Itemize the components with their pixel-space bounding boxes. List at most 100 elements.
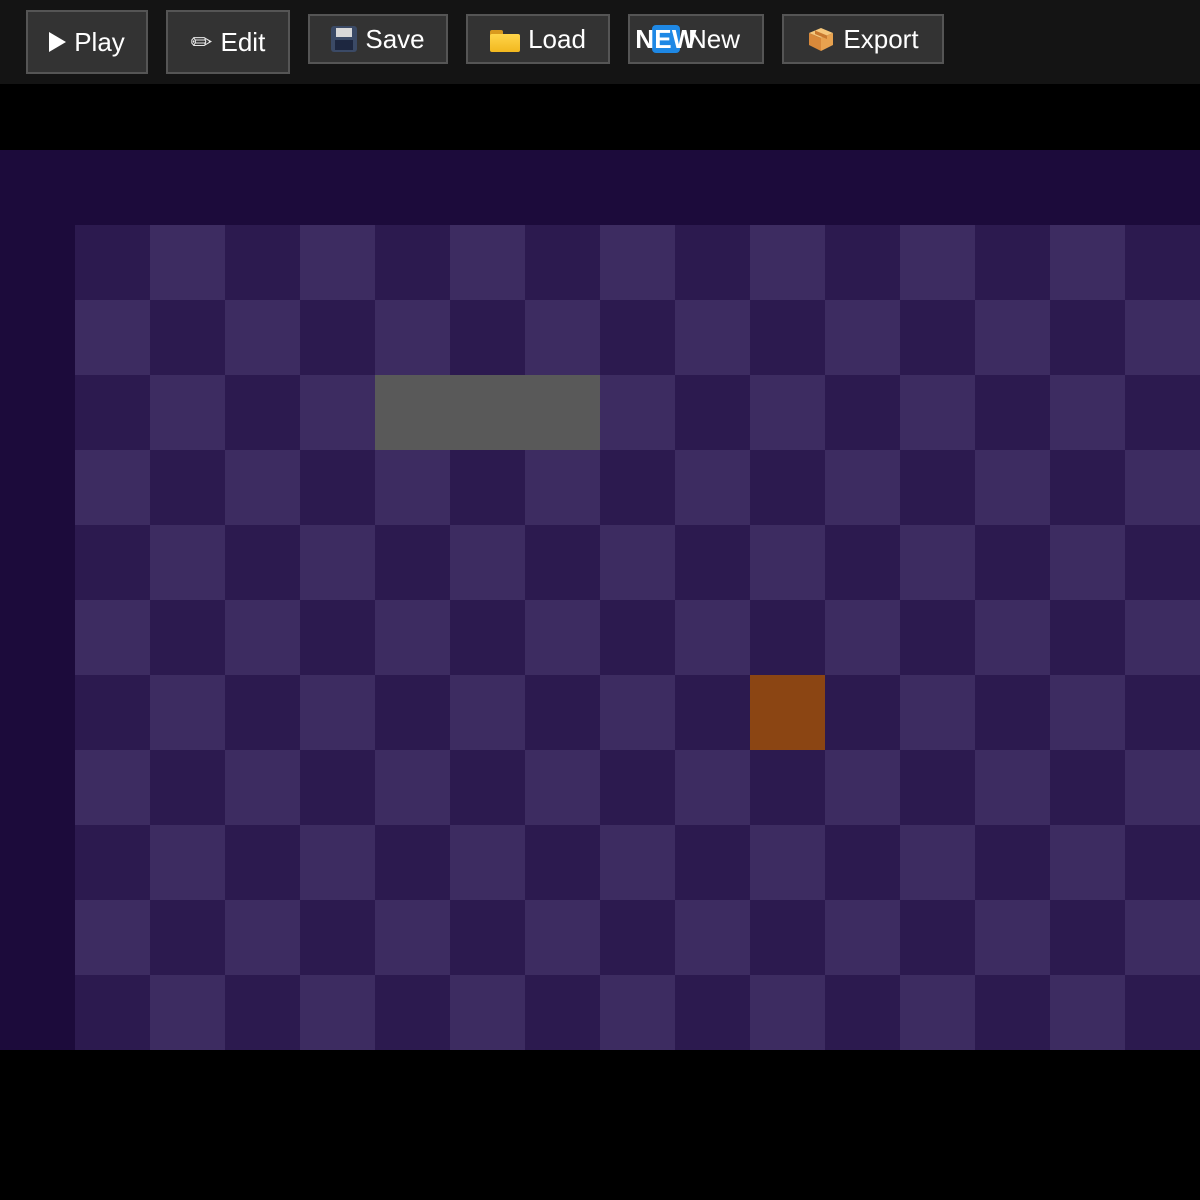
grid-cell[interactable] [975, 300, 1050, 375]
grid-cell[interactable] [675, 975, 750, 1050]
grid-cell[interactable] [225, 525, 300, 600]
grid-cell[interactable] [300, 600, 375, 675]
grid-cell[interactable] [600, 825, 675, 900]
new-button[interactable]: NEW New [628, 14, 764, 64]
grid-cell[interactable] [525, 825, 600, 900]
grid-cell[interactable] [825, 750, 900, 825]
grid-cell[interactable] [375, 675, 450, 750]
grid-cell[interactable] [1125, 525, 1200, 600]
grid-cell[interactable] [675, 225, 750, 300]
grid-cell[interactable] [300, 450, 375, 525]
grid-cell[interactable] [450, 825, 525, 900]
grid-cell[interactable] [450, 750, 525, 825]
grid-cell[interactable] [1125, 600, 1200, 675]
grid-cell[interactable] [1125, 975, 1200, 1050]
grid-cell[interactable] [300, 225, 375, 300]
grid-cell[interactable] [600, 600, 675, 675]
grid-cell[interactable] [525, 600, 600, 675]
grid-cell[interactable] [600, 975, 675, 1050]
grid-cell[interactable] [1050, 450, 1125, 525]
play-button[interactable]: Play [26, 10, 148, 74]
grid-cell[interactable] [225, 675, 300, 750]
grid-cell[interactable] [525, 975, 600, 1050]
grid-cell[interactable] [675, 600, 750, 675]
grid-cell[interactable] [375, 525, 450, 600]
grid-cell[interactable] [450, 225, 525, 300]
grid-cell[interactable] [375, 975, 450, 1050]
wall-tile[interactable] [375, 375, 600, 450]
grid-cell[interactable] [75, 300, 150, 375]
edit-button[interactable]: ✏ Edit [166, 10, 290, 74]
grid-cell[interactable] [1050, 375, 1125, 450]
grid-cell[interactable] [1125, 300, 1200, 375]
grid-cell[interactable] [1050, 825, 1125, 900]
grid-cell[interactable] [675, 300, 750, 375]
grid-cell[interactable] [300, 750, 375, 825]
grid-cell[interactable] [825, 900, 900, 975]
grid-cell[interactable] [450, 900, 525, 975]
grid-cell[interactable] [75, 975, 150, 1050]
grid-cell[interactable] [750, 900, 825, 975]
export-button[interactable]: Export [782, 14, 944, 64]
grid-cell[interactable] [525, 525, 600, 600]
grid-cell[interactable] [450, 300, 525, 375]
grid-cell[interactable] [750, 825, 825, 900]
grid-cell[interactable] [600, 375, 675, 450]
grid-cell[interactable] [1125, 900, 1200, 975]
grid-cell[interactable] [975, 225, 1050, 300]
grid-cell[interactable] [600, 225, 675, 300]
grid-cell[interactable] [975, 375, 1050, 450]
grid-cell[interactable] [975, 825, 1050, 900]
grid-cell[interactable] [525, 450, 600, 525]
grid-cell[interactable] [900, 300, 975, 375]
grid-cell[interactable] [900, 225, 975, 300]
save-button[interactable]: Save [308, 14, 448, 64]
grid-cell[interactable] [600, 750, 675, 825]
grid-cell[interactable] [150, 900, 225, 975]
grid-cell[interactable] [750, 600, 825, 675]
grid-cell[interactable] [975, 900, 1050, 975]
grid-cell[interactable] [675, 525, 750, 600]
grid-cell[interactable] [525, 300, 600, 375]
grid-cell[interactable] [75, 375, 150, 450]
grid-cell[interactable] [1125, 375, 1200, 450]
grid-cell[interactable] [675, 450, 750, 525]
grid-cell[interactable] [1050, 975, 1125, 1050]
grid-cell[interactable] [600, 450, 675, 525]
grid-cell[interactable] [1125, 750, 1200, 825]
grid-cell[interactable] [900, 450, 975, 525]
block-tile[interactable] [750, 675, 825, 750]
grid-cell[interactable] [150, 675, 225, 750]
grid-cell[interactable] [300, 675, 375, 750]
grid-cell[interactable] [450, 975, 525, 1050]
grid-cell[interactable] [225, 450, 300, 525]
grid-cell[interactable] [975, 750, 1050, 825]
grid-cell[interactable] [150, 750, 225, 825]
grid-cell[interactable] [1050, 225, 1125, 300]
grid-cell[interactable] [375, 600, 450, 675]
grid-cell[interactable] [525, 750, 600, 825]
grid-cell[interactable] [600, 300, 675, 375]
grid-cell[interactable] [225, 975, 300, 1050]
grid-cell[interactable] [900, 600, 975, 675]
grid-cell[interactable] [225, 750, 300, 825]
grid-cell[interactable] [750, 375, 825, 450]
grid-cell[interactable] [300, 975, 375, 1050]
grid-cell[interactable] [825, 600, 900, 675]
grid-cell[interactable] [300, 825, 375, 900]
grid-cell[interactable] [900, 375, 975, 450]
grid-cell[interactable] [1050, 675, 1125, 750]
grid-cell[interactable] [750, 750, 825, 825]
grid-cell[interactable] [975, 975, 1050, 1050]
grid-cell[interactable] [150, 825, 225, 900]
grid-cell[interactable] [600, 675, 675, 750]
grid-cell[interactable] [975, 525, 1050, 600]
grid-cell[interactable] [825, 675, 900, 750]
grid-cell[interactable] [825, 975, 900, 1050]
grid-cell[interactable] [750, 975, 825, 1050]
grid-cell[interactable] [1125, 825, 1200, 900]
grid-cell[interactable] [1125, 675, 1200, 750]
grid-cell[interactable] [225, 600, 300, 675]
grid-cell[interactable] [1050, 750, 1125, 825]
grid-cell[interactable] [75, 675, 150, 750]
